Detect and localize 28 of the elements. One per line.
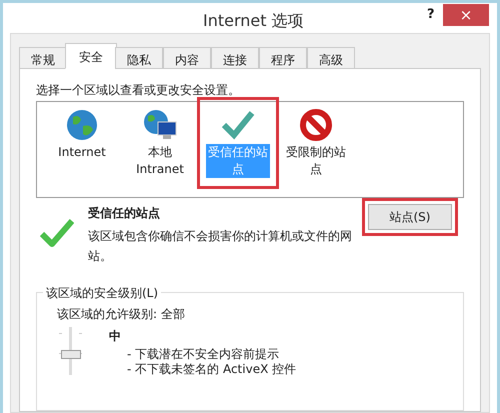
tab[interactable]: 高级	[307, 47, 355, 69]
zone-description: 该区域包含你确信不会损害你的计算机或文件的网站。	[88, 228, 353, 265]
allowed-level-text: 该区域的允许级别: 全部	[57, 306, 186, 323]
zone-label[interactable]: 受限制的站点	[284, 144, 348, 178]
tab[interactable]: 连接	[211, 47, 259, 69]
instruction-text: 选择一个区域以查看或更改安全设置。	[36, 82, 241, 99]
zone-label[interactable]: Internet	[50, 144, 114, 161]
globe-icon	[65, 108, 99, 142]
level-description: - 不下载未签名的 ActiveX 控件	[127, 362, 296, 377]
level-name: 中	[109, 328, 122, 345]
prohibited-icon	[299, 108, 333, 142]
tab[interactable]: 安全	[65, 43, 117, 69]
tab[interactable]: 隐私	[115, 47, 163, 69]
close-button[interactable]: ×	[443, 4, 489, 26]
help-button[interactable]: ?	[427, 5, 435, 24]
zone-label[interactable]: 本地 Intranet	[128, 144, 192, 178]
globe-monitor-icon	[142, 108, 178, 142]
group-legend: 该区域的安全级别(L)	[43, 284, 162, 302]
zone-title: 受信任的站点	[88, 205, 161, 222]
slider-thumb[interactable]	[61, 350, 81, 360]
window-title: Internet 选项	[203, 10, 304, 32]
tab[interactable]: 常规	[19, 47, 67, 69]
tab[interactable]: 程序	[259, 47, 307, 69]
sites-button[interactable]: 站点(S)	[368, 204, 452, 230]
checkmark-icon	[40, 218, 74, 248]
level-description: - 下载潜在不安全内容前提示	[127, 347, 280, 362]
checkmark-icon	[221, 110, 255, 140]
tab[interactable]: 内容	[163, 47, 211, 69]
